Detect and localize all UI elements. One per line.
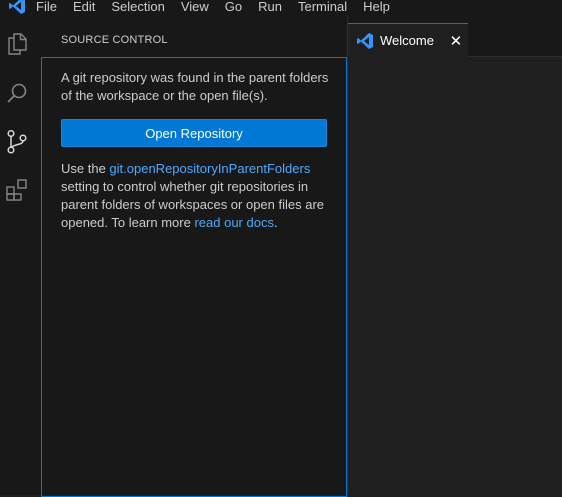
search-icon[interactable] [4, 81, 30, 107]
menu-file[interactable]: File [34, 0, 65, 14]
menu-terminal[interactable]: Terminal [290, 0, 355, 14]
menu-view[interactable]: View [173, 0, 217, 14]
setting-link[interactable]: git.openRepositoryInParentFolders [109, 161, 310, 176]
vscode-logo-icon [0, 0, 34, 15]
open-repository-button[interactable]: Open Repository [61, 119, 327, 147]
explorer-icon[interactable] [4, 31, 30, 57]
editor-tabs: Welcome ✕ [348, 15, 562, 57]
menu-selection[interactable]: Selection [103, 0, 172, 14]
tab-welcome[interactable]: Welcome ✕ [348, 23, 468, 57]
repository-found-message: A git repository was found in the parent… [61, 70, 329, 103]
activity-bar [0, 15, 34, 495]
menu-edit[interactable]: Edit [65, 0, 103, 14]
docs-link[interactable]: read our docs [194, 215, 274, 230]
tab-label: Welcome [380, 33, 434, 48]
info-suffix: . [273, 215, 278, 230]
close-icon[interactable]: ✕ [448, 32, 464, 50]
menu-help[interactable]: Help [355, 0, 398, 14]
info-prefix: Use the [61, 161, 110, 176]
menu-run[interactable]: Run [250, 0, 290, 14]
info-middle: setting to control whether git repositor… [61, 179, 325, 230]
source-control-panel: A git repository was found in the parent… [41, 57, 347, 497]
menu-go[interactable]: Go [217, 0, 250, 14]
menu-bar: File Edit Selection View Go Run Terminal… [0, 0, 562, 15]
editor-area[interactable] [348, 57, 562, 495]
vscode-logo-icon [356, 32, 374, 49]
extensions-icon[interactable] [4, 177, 30, 203]
source-control-sidebar: SOURCE CONTROL A git repository was foun… [34, 15, 348, 497]
repository-info-text: Use the git.openRepositoryInParentFolder… [61, 160, 331, 232]
sidebar-title: SOURCE CONTROL [61, 34, 168, 46]
source-control-icon[interactable] [4, 129, 30, 155]
